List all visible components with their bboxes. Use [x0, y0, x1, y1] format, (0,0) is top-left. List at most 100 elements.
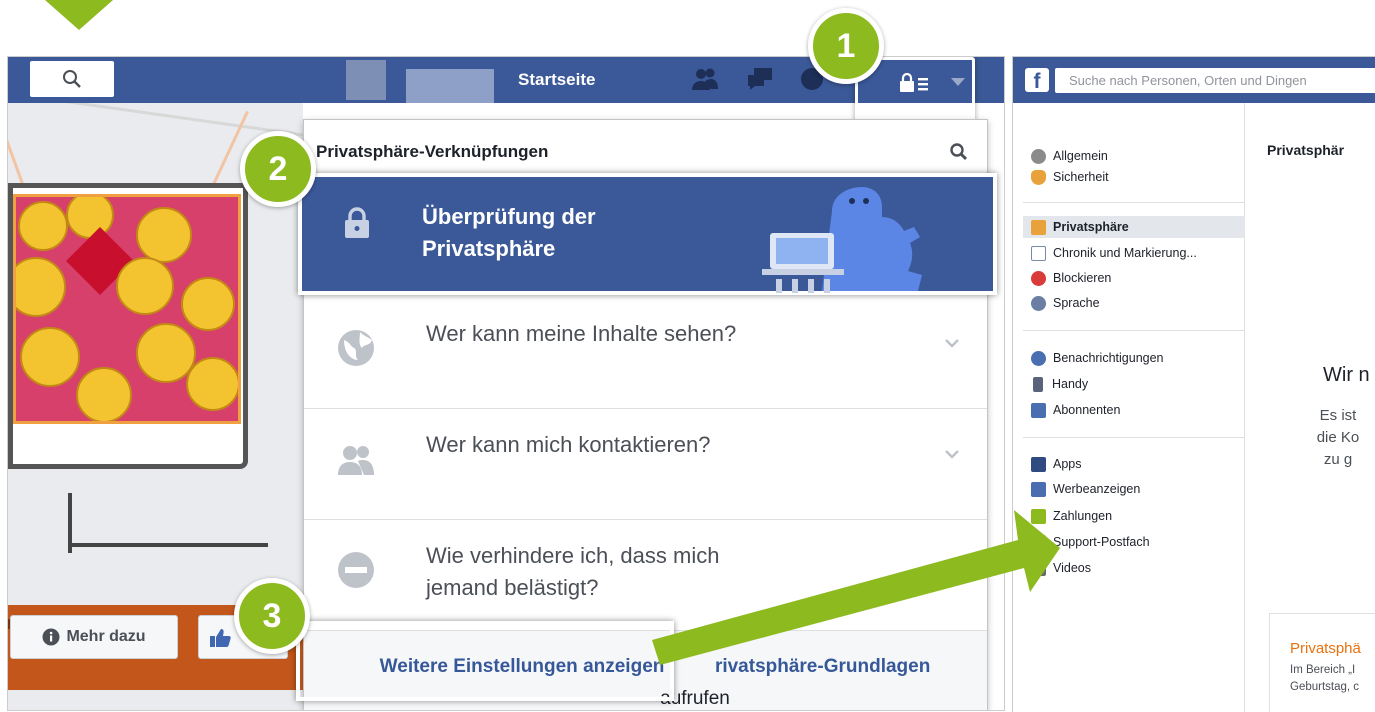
emoji-cookie	[16, 257, 66, 317]
emoji-cookie	[181, 277, 235, 331]
card-line: Im Bereich „I	[1290, 664, 1356, 676]
info-icon	[42, 628, 60, 646]
content-line: Es ist	[1319, 407, 1357, 424]
sidebar-item-label: Handy	[1052, 377, 1089, 391]
block-icon	[1031, 270, 1046, 286]
sidebar-item-label: Sprache	[1053, 296, 1100, 310]
sidebar-item-followers[interactable]: Abonnenten	[1031, 399, 1120, 421]
facebook-settings-panel: f Suche nach Personen, Orten und Dingen …	[1013, 57, 1375, 712]
support-icon	[1031, 534, 1046, 550]
lock-icon	[1031, 219, 1046, 235]
sidebar-item-language[interactable]: Sprache	[1031, 292, 1100, 314]
search-icon	[63, 70, 81, 88]
sidebar-item-payments[interactable]: Zahlungen	[1031, 505, 1112, 527]
sidebar-item-security[interactable]: Sicherheit	[1031, 166, 1109, 188]
sidebar-item-label: Allgemein	[1053, 149, 1108, 163]
chevron-down-icon[interactable]	[944, 449, 960, 459]
chevron-down-icon[interactable]	[944, 338, 960, 348]
film-icon	[1031, 560, 1046, 576]
sidebar-item-label: Chronik und Markierung...	[1053, 246, 1197, 260]
privacy-basics-card[interactable]: Privatsphä Im Bereich „I Geburtstag, c	[1269, 613, 1375, 712]
stop-harassment-item[interactable]: Wie verhindere ich, dass mich jemand bel…	[304, 519, 987, 631]
sidebar-item-general[interactable]: Allgemein	[1031, 145, 1108, 167]
learn-more-label: Mehr dazu	[66, 628, 146, 645]
apps-icon	[1031, 456, 1046, 472]
gears-icon	[1031, 148, 1046, 164]
sidebar-item-label: Blockieren	[1053, 271, 1112, 285]
sidebar-divider	[1023, 437, 1245, 438]
globe-icon	[1031, 295, 1046, 311]
sidebar-item-apps[interactable]: Apps	[1031, 453, 1082, 475]
card-heading: Privatsphä	[1290, 640, 1361, 657]
sidebar-divider	[1023, 202, 1245, 203]
sidebar-item-notifications[interactable]: Benachrichtigungen	[1031, 347, 1164, 369]
top-pointer-decoration	[45, 0, 113, 30]
card-line: Geburtstag, c	[1290, 681, 1360, 693]
who-can-see-label: Wer kann meine Inhalte sehen?	[426, 321, 737, 346]
emoji-cookie	[20, 327, 80, 387]
sidebar-item-privacy[interactable]: Privatsphäre	[1023, 216, 1245, 238]
dropdown-header: Privatsphäre-Verknüpfungen	[316, 142, 549, 161]
block-icon	[338, 552, 374, 588]
privacy-checkup-banner[interactable]: Überprüfung der Privatsphäre	[298, 173, 997, 295]
emoji-cookie	[116, 257, 174, 315]
sidebar-item-ads[interactable]: Werbeanzeigen	[1031, 478, 1140, 500]
timeline-icon	[1031, 245, 1046, 261]
sidebar-item-label: Apps	[1053, 457, 1082, 471]
who-can-contact-me-item[interactable]: Wer kann mich kontaktieren?	[304, 408, 987, 520]
privacy-checkup-title: Überprüfung der Privatsphäre	[422, 204, 596, 261]
facebook-home-panel: Startseite Mehr dazu Privatsphäre-Verknü…	[8, 57, 1004, 710]
sidebar-item-label: Support-Postfach	[1053, 535, 1150, 549]
chevron-down-icon	[951, 78, 965, 86]
shield-icon	[1031, 169, 1046, 185]
profile-avatar-blurred[interactable]	[346, 60, 386, 100]
search-button[interactable]	[30, 61, 114, 97]
emoji-cookie	[18, 201, 68, 251]
rss-icon	[1031, 402, 1046, 418]
step-badge-1: 1	[808, 8, 884, 84]
ads-icon	[1031, 481, 1046, 497]
emoji-cookies-photo	[13, 194, 241, 424]
home-link[interactable]: Startseite	[518, 70, 595, 90]
emoji-cookie	[186, 357, 238, 411]
sidebar-item-label: Sicherheit	[1053, 170, 1109, 184]
content-text: Es ist die Ko zu g	[1298, 405, 1375, 471]
profile-name-blurred[interactable]	[406, 69, 494, 103]
photo-frame	[8, 183, 248, 469]
friend-requests-icon[interactable]	[691, 67, 719, 91]
globe-notification-icon	[1031, 350, 1046, 366]
payments-icon	[1031, 508, 1046, 524]
search-input[interactable]: Suche nach Personen, Orten und Dingen	[1055, 68, 1375, 93]
sidebar-item-videos[interactable]: Videos	[1031, 557, 1091, 579]
messages-icon[interactable]	[746, 67, 774, 91]
sidebar-item-label: Videos	[1053, 561, 1091, 575]
people-icon	[338, 446, 374, 475]
sidebar-item-blocking[interactable]: Blockieren	[1031, 267, 1111, 289]
content-line: zu g	[1323, 451, 1353, 468]
lock-icon	[345, 207, 369, 238]
top-navigation-bar: f Suche nach Personen, Orten und Dingen	[1013, 57, 1375, 103]
learn-more-button[interactable]: Mehr dazu	[10, 615, 178, 659]
sidebar-item-label: Benachrichtigungen	[1053, 351, 1164, 365]
thumbs-up-icon	[210, 629, 231, 647]
phone-icon	[1033, 376, 1043, 392]
dinosaur-illustration	[762, 187, 922, 293]
search-icon[interactable]	[949, 142, 969, 162]
who-can-see-my-stuff-item[interactable]: Wer kann meine Inhalte sehen?	[304, 297, 987, 409]
sidebar-item-label: Werbeanzeigen	[1053, 482, 1141, 496]
sidebar-divider	[1023, 330, 1245, 331]
sidebar-item-support-inbox[interactable]: Support-Postfach	[1031, 531, 1150, 553]
content-line: die Ko	[1316, 429, 1360, 446]
sidebar-item-mobile[interactable]: Handy	[1031, 373, 1088, 395]
lock-menu-icon	[900, 72, 928, 92]
globe-icon	[338, 330, 374, 366]
who-can-contact-label: Wer kann mich kontaktieren?	[426, 432, 711, 457]
facebook-logo-icon[interactable]: f	[1025, 68, 1049, 92]
sidebar-item-timeline[interactable]: Chronik und Markierung...	[1031, 242, 1197, 264]
sidebar-item-label: Abonnenten	[1053, 403, 1121, 417]
emoji-cookie	[66, 197, 114, 239]
settings-sidebar: Allgemein Sicherheit Privatsphäre Chroni…	[1013, 103, 1245, 712]
step-badge-3: 3	[234, 578, 310, 654]
step-badge-2: 2	[240, 131, 316, 207]
page-title: Privatsphär	[1267, 142, 1345, 158]
